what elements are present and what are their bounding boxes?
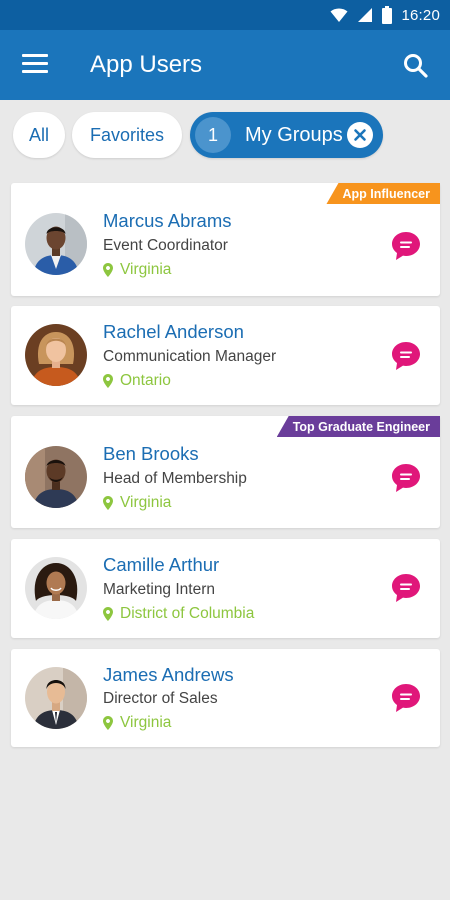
groups-count-badge: 1 [195,117,231,153]
user-badge: App Influencer [326,183,440,204]
user-location-label: District of Columbia [120,605,255,622]
user-location: District of Columbia [103,605,254,623]
chat-bubble-icon[interactable] [390,462,422,494]
avatar [25,324,87,386]
user-card[interactable]: James Andrews Director of Sales Virginia [11,649,440,747]
user-location-label: Virginia [120,494,172,511]
user-name[interactable]: Ben Brooks [103,443,199,465]
filter-chips: All Favorites 1 My Groups [0,112,450,160]
user-location: Virginia [103,261,171,279]
user-badge: Top Graduate Engineer [276,416,440,437]
filter-all-label: All [28,124,49,145]
search-icon[interactable] [402,52,430,80]
user-role: Director of Sales [103,690,218,707]
user-card[interactable]: App Influencer Marcus Abrams Event Coord… [11,183,440,296]
filter-all-chip[interactable]: All [13,112,65,158]
map-pin-icon [103,496,113,510]
signal-icon [358,8,373,22]
filter-my-groups-chip[interactable]: 1 My Groups [190,112,383,158]
user-role: Head of Membership [103,470,247,487]
app-bar: App Users [0,30,450,100]
user-name[interactable]: Rachel Anderson [103,321,244,343]
map-pin-icon [103,607,113,621]
user-card[interactable]: Top Graduate Engineer Ben Brooks Head of… [11,416,440,528]
filter-my-groups-label: My Groups [245,123,343,146]
user-location: Ontario [103,372,171,390]
status-bar: 16:20 [0,0,450,30]
chat-bubble-icon[interactable] [390,572,422,604]
user-card[interactable]: Rachel Anderson Communication Manager On… [11,306,440,405]
avatar [25,213,87,275]
map-pin-icon [103,716,113,730]
map-pin-icon [103,263,113,277]
avatar [25,667,87,729]
menu-icon[interactable] [22,54,48,76]
chat-bubble-icon[interactable] [390,682,422,714]
wifi-icon [330,8,348,22]
avatar [25,446,87,508]
user-location-label: Virginia [120,261,172,278]
user-role: Communication Manager [103,348,277,365]
chat-bubble-icon[interactable] [390,340,422,372]
user-name[interactable]: James Andrews [103,664,234,686]
user-role: Event Coordinator [103,237,228,254]
user-location-label: Ontario [120,372,171,389]
filter-favorites-label: Favorites [89,124,165,145]
close-icon[interactable] [347,122,373,148]
page-title: App Users [90,51,203,78]
user-role: Marketing Intern [103,581,215,598]
user-location: Virginia [103,494,171,512]
chat-bubble-icon[interactable] [390,230,422,262]
battery-icon [382,6,393,24]
avatar [25,557,87,619]
user-name[interactable]: Marcus Abrams [103,210,232,232]
user-location: Virginia [103,714,171,732]
status-time: 16:20 [401,6,440,24]
map-pin-icon [103,374,113,388]
user-name[interactable]: Camille Arthur [103,554,219,576]
filter-favorites-chip[interactable]: Favorites [72,112,182,158]
user-card[interactable]: Camille Arthur Marketing Intern District… [11,539,440,638]
user-location-label: Virginia [120,714,172,731]
